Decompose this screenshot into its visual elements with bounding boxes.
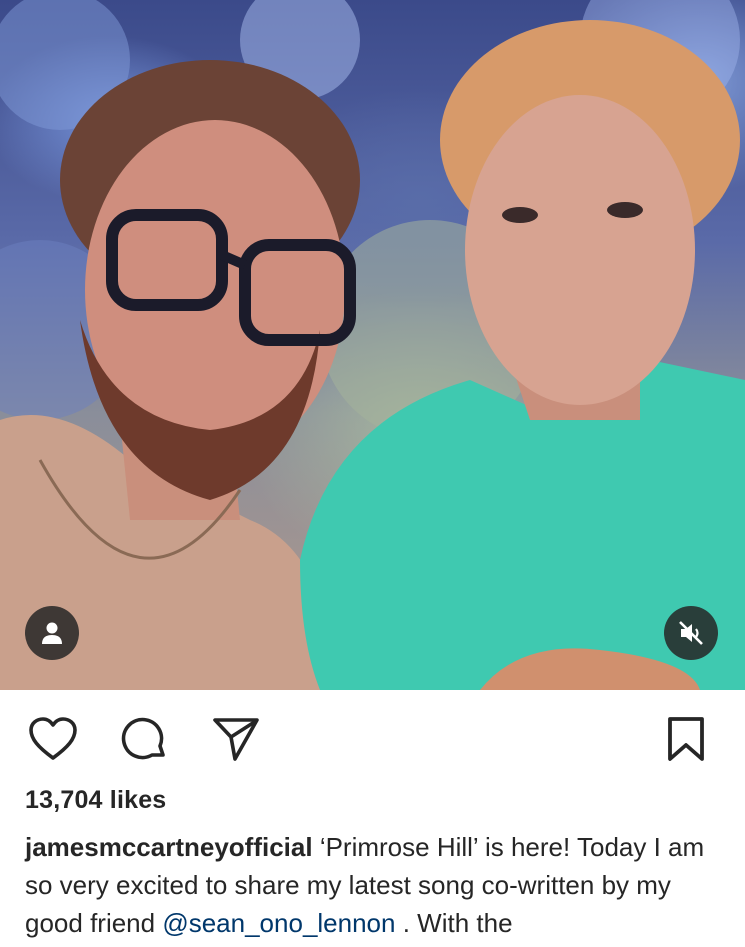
caption-mention-link[interactable]: @sean_ono_lennon — [162, 908, 395, 938]
comment-bubble-icon — [121, 717, 165, 760]
post-caption: jamesmccartneyofficial ‘Primrose Hill’ i… — [25, 828, 725, 942]
heart-icon — [29, 717, 77, 760]
like-button[interactable] — [27, 713, 79, 765]
comment-button[interactable] — [119, 713, 171, 765]
mute-button[interactable] — [664, 606, 718, 660]
likes-count[interactable]: 13,704 likes — [25, 786, 166, 815]
user-tag-icon — [42, 622, 62, 644]
caption-username[interactable]: jamesmccartneyofficial — [25, 832, 313, 862]
save-button[interactable] — [660, 713, 712, 765]
mute-icon — [679, 621, 703, 645]
post-media[interactable] — [0, 0, 745, 690]
paper-plane-icon — [213, 718, 259, 761]
user-tag-button[interactable] — [25, 606, 79, 660]
post-action-bar — [0, 705, 745, 769]
share-button[interactable] — [210, 713, 262, 765]
caption-text-continued: . With the — [395, 908, 513, 938]
bookmark-icon — [668, 717, 704, 761]
post-photo — [0, 0, 745, 690]
